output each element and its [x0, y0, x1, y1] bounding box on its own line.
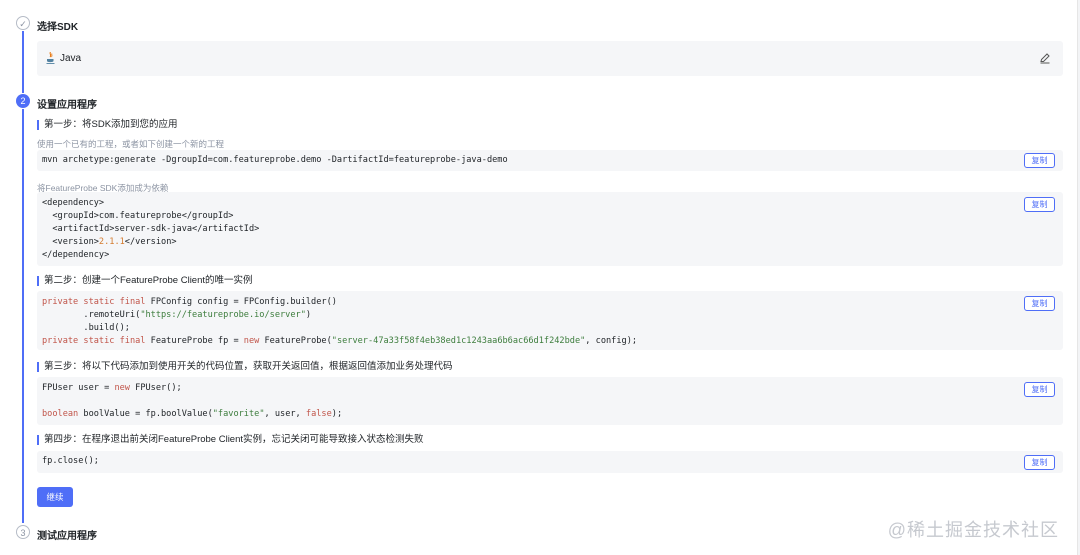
setup-step-1-title: 第一步：将SDK添加到您的应用 [37, 120, 178, 130]
step-connector-1 [22, 31, 24, 93]
code-block-dependency: <dependency> <groupId>com.featureprobe</… [37, 192, 1063, 266]
step-1-title: 选择SDK [37, 22, 79, 33]
copy-button[interactable]: 复制 [1024, 197, 1055, 212]
code-block-close: fp.close(); 复制 [37, 451, 1063, 473]
setup-step-1-hint: 使用一个已有的工程，或者如下创建一个新的工程 [37, 139, 225, 149]
copy-button[interactable]: 复制 [1024, 153, 1055, 168]
step-2-title: 设置应用程序 [37, 100, 97, 111]
setup-panel: ✓ 选择SDK Java 2 设置应用程序 第一步：将SDK添加到您的应用 使用… [0, 0, 1078, 555]
step-connector-2 [22, 109, 24, 523]
code-block-mvn: mvn archetype:generate -DgroupId=com.fea… [37, 150, 1063, 171]
step-3-number: 3 [16, 525, 30, 539]
edit-pencil-icon[interactable] [1039, 52, 1051, 64]
step-2-number: 2 [16, 94, 30, 108]
selected-sdk-card: Java [37, 41, 1063, 76]
code-dependency: <dependency> <groupId>com.featureprobe</… [42, 198, 260, 260]
copy-button[interactable]: 复制 [1024, 455, 1055, 470]
code-usage: FPUser user = new FPUser(); boolean bool… [42, 383, 343, 419]
copy-button[interactable]: 复制 [1024, 382, 1055, 397]
java-icon [46, 52, 55, 64]
code-mvn-line: mvn archetype:generate -DgroupId=com.fea… [42, 155, 508, 165]
code-block-client: private static final FPConfig config = F… [37, 291, 1063, 350]
sdk-name: Java [60, 53, 82, 64]
copy-button[interactable]: 复制 [1024, 296, 1055, 311]
setup-step-3-title: 第三步：将以下代码添加到使用开关的代码位置，获取开关返回值，根据返回值添加业务处… [37, 362, 453, 372]
step-1-check-icon: ✓ [16, 16, 30, 30]
setup-step-4-title: 第四步：在程序退出前关闭FeatureProbe Client实例，忘记关闭可能… [37, 435, 424, 445]
step-3-title: 测试应用程序 [37, 531, 97, 542]
setup-step-2-title: 第二步：创建一个FeatureProbe Client的唯一实例 [37, 276, 253, 286]
code-block-usage: FPUser user = new FPUser(); boolean bool… [37, 377, 1063, 425]
continue-button[interactable]: 继续 [37, 487, 73, 507]
code-client: private static final FPConfig config = F… [42, 297, 638, 346]
watermark: @稀土掘金技术社区 [887, 520, 1059, 540]
code-close-line: fp.close(); [42, 456, 99, 466]
